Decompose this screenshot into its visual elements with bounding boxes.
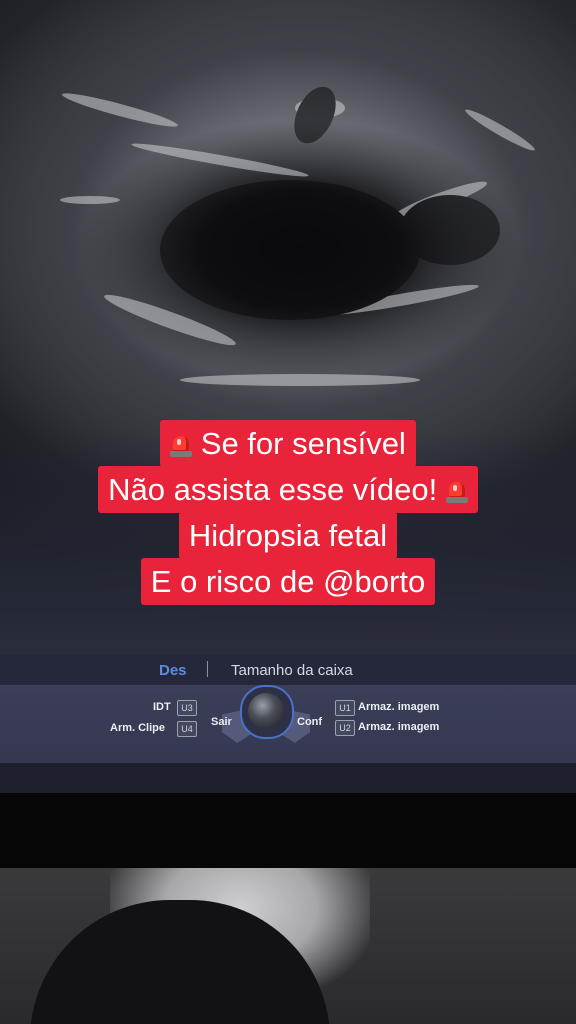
conf-label[interactable]: Conf bbox=[297, 716, 322, 728]
caption-line-3: Hidropsia fetal bbox=[178, 512, 398, 559]
sair-label[interactable]: Sair bbox=[211, 716, 232, 728]
police-siren-icon bbox=[170, 433, 193, 457]
tab-box-size[interactable]: Tamanho da caixa bbox=[231, 662, 353, 679]
caption-line-1-text: Se for sensível bbox=[200, 426, 406, 461]
tab-divider bbox=[207, 661, 208, 677]
caption-line-1: Se for sensível bbox=[160, 420, 416, 467]
monitor-bezel bbox=[0, 793, 576, 868]
armaz-imagem-label-2[interactable]: Armaz. imagem bbox=[358, 721, 439, 733]
caption-line-2: Não assista esse vídeo! bbox=[98, 466, 478, 513]
warning-caption: Se for sensível Não assista esse vídeo! … bbox=[0, 420, 576, 605]
caption-line-4: E o risco de @borto bbox=[140, 558, 436, 605]
armaz-imagem-label-1[interactable]: Armaz. imagem bbox=[358, 701, 439, 713]
police-siren-icon bbox=[445, 479, 468, 503]
arm-clipe-label[interactable]: Arm. Clipe bbox=[110, 722, 165, 734]
u2-key[interactable]: U2 bbox=[335, 720, 355, 736]
trackball-icon[interactable] bbox=[248, 693, 284, 729]
tab-des[interactable]: Des bbox=[159, 662, 187, 679]
u3-key[interactable]: U3 bbox=[177, 700, 197, 716]
idt-label[interactable]: IDT bbox=[153, 701, 171, 713]
u1-key[interactable]: U1 bbox=[335, 700, 355, 716]
u4-key[interactable]: U4 bbox=[177, 721, 197, 737]
screen-bottom-bar bbox=[0, 763, 576, 793]
ultrasound-tabbar: Des Tamanho da caixa bbox=[0, 655, 576, 685]
caption-line-2-text: Não assista esse vídeo! bbox=[108, 472, 438, 507]
ultrasound-control-strip: IDT U3 Arm. Clipe U4 Sair Conf U1 Armaz.… bbox=[0, 685, 576, 763]
video-frame: Se for sensível Não assista esse vídeo! … bbox=[0, 0, 576, 1024]
